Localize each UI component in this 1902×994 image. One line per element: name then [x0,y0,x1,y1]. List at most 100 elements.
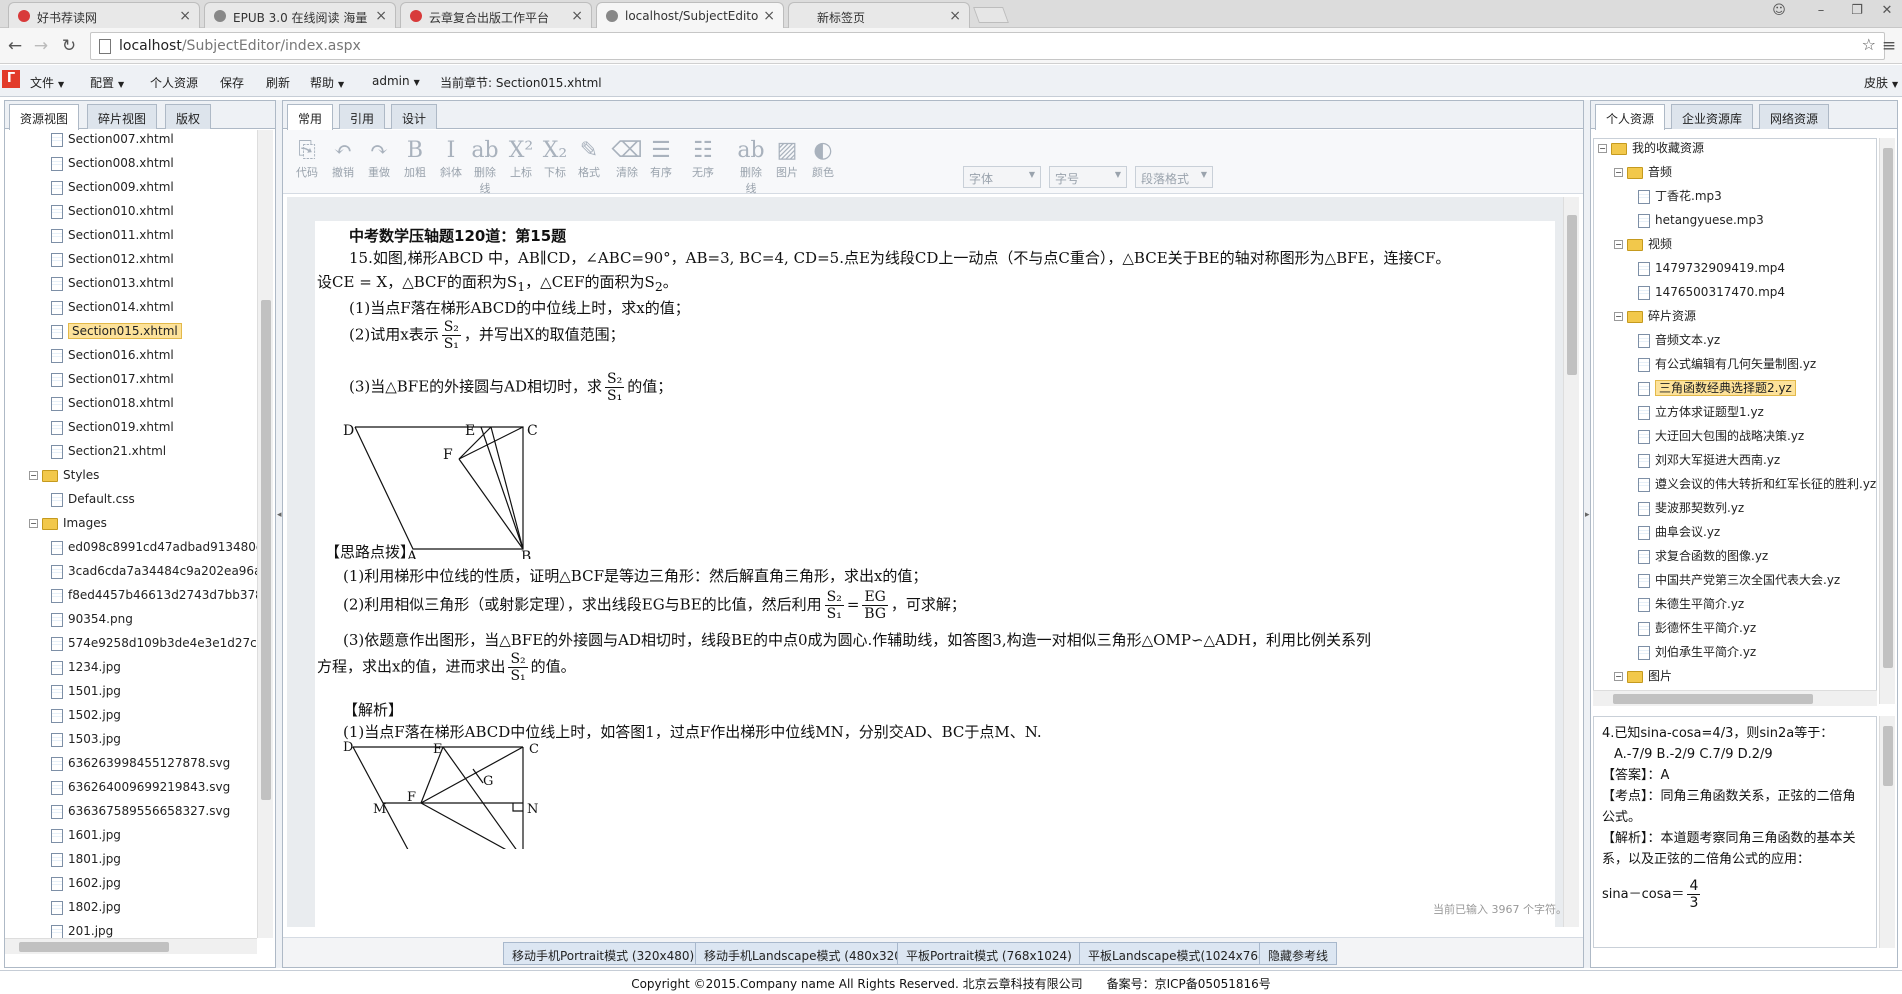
toolbar-button[interactable]: ⎘ 代码 [291,138,323,180]
tree-file-item[interactable]: 3cad6cda7a34484c9a202ea96a8 [51,560,257,582]
library-file-item[interactable]: 大迂回大包围的战略决策.yz [1638,425,1804,447]
back-icon[interactable]: ← [4,35,26,57]
tree-file-item[interactable]: Section21.xhtml [51,440,166,462]
tree-file-item[interactable]: 90354.png [51,608,133,630]
tree-file-item[interactable]: 1234.jpg [51,656,121,678]
tree-folder[interactable]: − 图片 [1614,665,1672,687]
tree-file-item[interactable]: Section007.xhtml [51,130,174,150]
library-file-item[interactable]: 刘伯承生平简介.yz [1638,641,1756,663]
new-tab-button[interactable] [973,7,1009,23]
tree-file-item[interactable]: f8ed4457b46613d2743d7bb378c [51,584,257,606]
left-tree-vscroll[interactable] [257,130,273,938]
library-file-item[interactable]: 中国共产党第三次全国代表大会.yz [1638,569,1840,591]
tree-file-item[interactable]: 636367589556658327.svg [51,800,230,822]
paragraph-select[interactable]: 段落格式 ▼ [1135,166,1213,188]
library-file-item[interactable]: 1476500317470.mp4 [1638,281,1785,303]
library-hscroll[interactable] [1593,690,1877,706]
tree-file-item[interactable]: Section016.xhtml [51,344,174,366]
toolbar-button[interactable]: X² 上标 [505,138,537,180]
tree-file-item[interactable]: Section011.xhtml [51,224,174,246]
library-file-item[interactable]: 有公式编辑有几何矢量制图.yz [1638,353,1816,375]
fragment-preview[interactable]: 4.已知sina-cosa=4/3，则sin2a等于： A.-7/9 B.-2/… [1593,716,1877,948]
bookmark-star-icon[interactable]: ☆ [1862,35,1876,54]
collapse-icon[interactable]: − [29,519,38,528]
library-file-item[interactable]: 斐波那契数列.yz [1638,497,1744,519]
tree-file-item[interactable]: 1502.jpg [51,704,121,726]
menu-help[interactable]: 帮助 ▼ [310,74,344,91]
tree-file-item[interactable]: 1801.jpg [51,848,121,870]
tree-file-item[interactable]: ed098c8991cd47adbad913480e9 [51,536,257,558]
toolbar-button[interactable]: ✎ 格式 [573,138,605,180]
device-mode-button[interactable]: 移动手机Landscape模式 (480x320) [695,942,916,965]
tree-folder[interactable]: − 音频 [1614,161,1672,183]
tree-folder[interactable]: − Images [29,512,107,534]
collapse-icon[interactable]: − [1614,168,1623,177]
tree-file-item[interactable]: 1503.jpg [51,728,121,750]
browser-tab[interactable]: 云章复合出版工作平台 × [400,2,592,28]
close-tab-icon[interactable]: × [179,8,191,24]
device-mode-button[interactable]: 平板Landscape模式(1024x768) [1079,942,1280,965]
toolbar-button[interactable]: ⌫ 清除 [611,138,643,180]
tab-resource-view[interactable]: 资源视图 [9,104,80,130]
toolbar-button[interactable]: ☰ 有序 [645,138,677,180]
tab-enterprise-library[interactable]: 企业资源库 [1671,104,1754,129]
tree-file-item[interactable]: Section008.xhtml [51,152,174,174]
document-page[interactable]: 中考数学压轴题120道：第15题 15.如图,梯形ABCD 中，AB∥CD，∠A… [315,221,1555,927]
tree-file-item[interactable]: 1501.jpg [51,680,121,702]
toolbar-button[interactable]: I 斜体 [435,138,467,180]
tree-file-item[interactable]: 1602.jpg [51,872,121,894]
tree-file-item[interactable]: Section019.xhtml [51,416,174,438]
menu-skin[interactable]: 皮肤 ▼ [1864,74,1898,91]
tree-file-item[interactable]: Section014.xhtml [51,296,174,318]
close-tab-icon[interactable]: × [375,8,387,24]
document-vscroll[interactable] [1563,197,1579,927]
font-select[interactable]: 字体 ▼ [963,166,1041,188]
tree-file-item[interactable]: 636264009699219843.svg [51,776,230,798]
device-mode-button[interactable]: 移动手机Portrait模式 (320x480) [503,942,704,965]
tab-common[interactable]: 常用 [287,104,334,130]
forward-icon[interactable]: → [30,35,52,57]
minimize-icon[interactable]: – [1810,3,1832,23]
tree-file-item[interactable]: Section013.xhtml [51,272,174,294]
tab-personal-resources[interactable]: 个人资源 [1595,104,1666,130]
tree-file-item[interactable]: Default.css [51,488,135,510]
preview-vscroll[interactable] [1879,716,1895,948]
toolbar-button[interactable]: ab 删除线 [735,138,767,196]
collapse-icon[interactable]: − [1598,144,1607,153]
toolbar-button[interactable]: ↶ 撤销 [327,138,359,180]
size-select[interactable]: 字号 ▼ [1049,166,1127,188]
menu-personal-resources[interactable]: 个人资源 [150,74,198,91]
menu-config[interactable]: 配置 ▼ [90,74,124,91]
library-file-item[interactable]: 朱德生平简介.yz [1638,593,1744,615]
tab-design[interactable]: 设计 [391,104,438,129]
reload-icon[interactable]: ↻ [58,35,80,57]
toolbar-button[interactable]: B 加粗 [399,138,431,180]
menu-refresh[interactable]: 刷新 [266,74,290,91]
tree-folder[interactable]: − 我的收藏资源 [1598,139,1704,159]
tree-file-item[interactable]: 574e9258d109b3de4e3e1d27c4l [51,632,257,654]
tree-file-item[interactable]: Section009.xhtml [51,176,174,198]
library-file-item[interactable]: 三角函数经典选择题2.yz [1638,377,1796,399]
library-file-item[interactable]: hetangyuese.mp3 [1638,209,1764,231]
tree-folder[interactable]: − 碎片资源 [1614,305,1696,327]
tree-file-item[interactable]: Section010.xhtml [51,200,174,222]
tab-reference[interactable]: 引用 [339,104,386,129]
tree-file-item[interactable]: 636263998455127878.svg [51,752,230,774]
close-window-icon[interactable]: ✕ [1876,3,1898,23]
tree-file-item[interactable]: 201.jpg [51,920,113,938]
library-file-item[interactable]: 1479732909419.mp4 [1638,257,1785,279]
restore-icon[interactable]: ❐ [1846,3,1868,23]
close-tab-icon[interactable]: × [949,8,961,24]
tree-folder[interactable]: − 视频 [1614,233,1672,255]
tab-fragment-view[interactable]: 碎片视图 [87,104,158,129]
tab-network-resources[interactable]: 网络资源 [1759,104,1830,129]
library-file-item[interactable]: 求复合函数的图像.yz [1638,545,1768,567]
library-file-item[interactable]: 立方体求证题型1.yz [1638,401,1764,423]
browser-tab[interactable]: 新标签页 × [788,2,970,28]
document-viewport[interactable]: 中考数学压轴题120道：第15题 15.如图,梯形ABCD 中，AB∥CD，∠A… [287,197,1579,927]
library-file-item[interactable]: 曲阜会议.yz [1638,521,1720,543]
library-file-item[interactable]: 音频文本.yz [1638,329,1720,351]
close-tab-icon[interactable]: × [571,8,583,24]
tree-file-item[interactable]: Section017.xhtml [51,368,174,390]
library-file-item[interactable]: 丁香花.mp3 [1638,185,1722,207]
